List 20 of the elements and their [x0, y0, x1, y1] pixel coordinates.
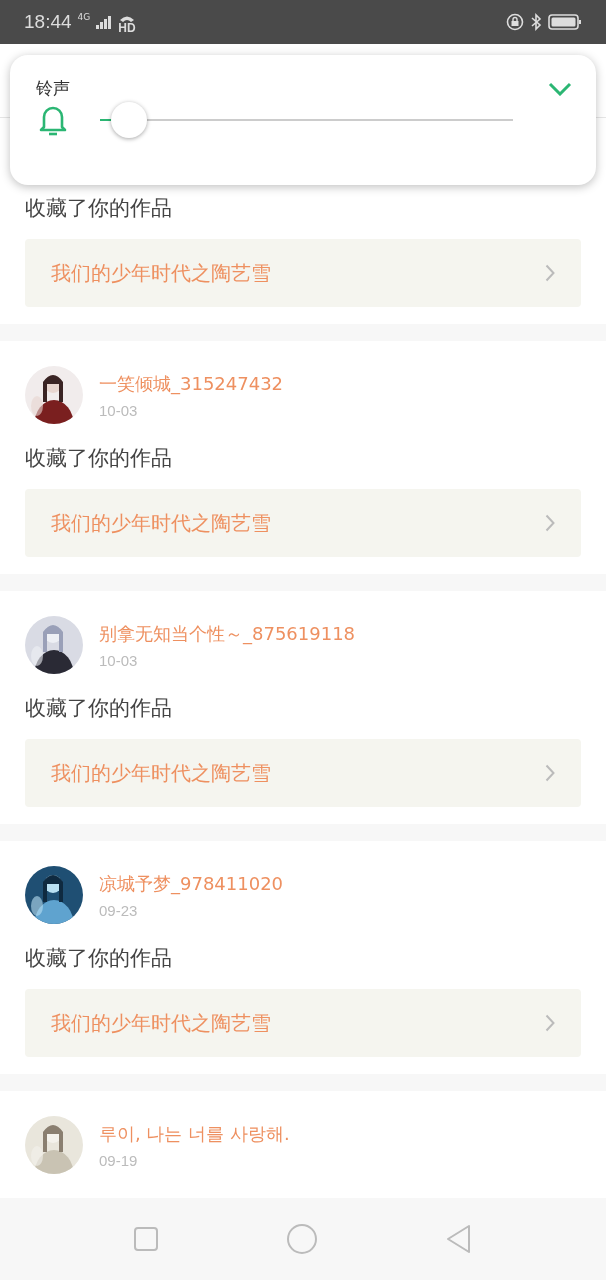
hd-label: HD: [118, 21, 136, 34]
work-link[interactable]: 我们的少年时代之陶艺雪: [25, 739, 581, 807]
user-name[interactable]: 루이, 나는 너를 사랑해.: [99, 1121, 290, 1146]
user-name[interactable]: 一笑倾城_315247432: [99, 371, 284, 396]
work-link[interactable]: 我们的少年时代之陶艺雪: [25, 989, 581, 1057]
network-type: 4G: [77, 12, 91, 22]
date: 09-23: [99, 901, 139, 919]
date: 10-03: [99, 651, 139, 669]
work-link[interactable]: 我们的少年时代之陶艺雪: [25, 239, 581, 307]
clock: 18:44: [24, 11, 72, 33]
activity-text: 收藏了你的作品: [25, 695, 173, 722]
user-name[interactable]: 别拿无知当个性～_875619118: [99, 621, 356, 646]
date: 09-19: [99, 1151, 139, 1169]
work-link[interactable]: 我们的少年时代之陶艺雪: [25, 489, 581, 557]
user-name[interactable]: 凉城予梦_978411020: [99, 871, 284, 896]
activity-text: 收藏了你的作品: [25, 945, 173, 972]
activity-text: 收藏了你的作品: [25, 195, 173, 222]
volume-label: 铃声: [36, 77, 70, 100]
activity-text: 收藏了你的作品: [25, 445, 173, 472]
date: 10-03: [99, 401, 139, 419]
